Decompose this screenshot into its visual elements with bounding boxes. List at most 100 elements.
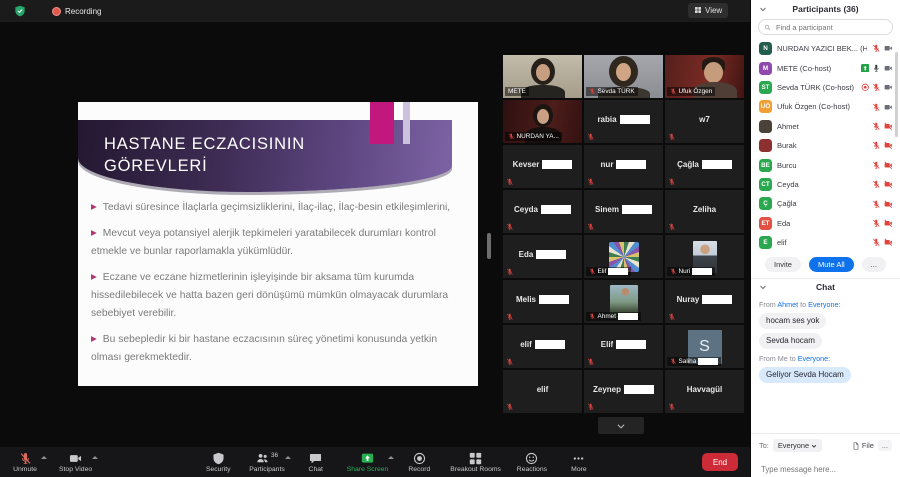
collapse-chat-icon[interactable]: [759, 283, 767, 291]
reactions-button[interactable]: Reactions: [513, 452, 551, 473]
redacted-name-box: [616, 160, 646, 169]
chat-button[interactable]: Chat: [297, 452, 335, 473]
video-tile[interactable]: Elif: [584, 235, 663, 278]
breakout-rooms-button[interactable]: Breakout Rooms: [447, 452, 504, 473]
share-screen-button[interactable]: Share Screen: [344, 452, 392, 473]
video-tile[interactable]: Çağla: [665, 145, 744, 188]
slide-accent-strip: [403, 102, 410, 144]
participant-name: w7: [699, 115, 710, 124]
view-button[interactable]: View: [688, 3, 728, 18]
video-tile[interactable]: Zeynep: [584, 370, 663, 413]
file-button[interactable]: File: [852, 441, 874, 450]
video-tile[interactable]: nur: [584, 145, 663, 188]
chat-sender: Me: [778, 354, 788, 363]
mute-all-button[interactable]: Mute All: [809, 257, 854, 272]
redacted-name-box: [542, 160, 572, 169]
video-tile[interactable]: Kevser: [503, 145, 582, 188]
recipient-dropdown[interactable]: Everyone: [773, 439, 822, 452]
stop-video-button[interactable]: Stop Video: [56, 452, 95, 473]
participant-row[interactable]: STSevda TÜRK (Co-host): [751, 78, 900, 97]
top-bar: Recording View: [0, 0, 750, 22]
video-tile[interactable]: Nuray: [665, 280, 744, 323]
participants-title: Participants (36): [792, 4, 858, 14]
bullet-text: Mevcut veya potansiyel alerjik tepkimele…: [91, 228, 436, 257]
participant-name: Ahmet: [598, 313, 616, 320]
participants-button[interactable]: 36Participants: [246, 452, 288, 473]
participant-name: Elif: [598, 268, 607, 275]
redacted-name-box: [702, 160, 732, 169]
video-tile[interactable]: Nuri: [665, 235, 744, 278]
participant-name: Çağla: [777, 199, 867, 208]
participant-row[interactable]: Burak: [751, 136, 900, 155]
record-button[interactable]: Record: [400, 452, 438, 473]
chat-message-input[interactable]: [759, 464, 896, 475]
chat-title: Chat: [816, 282, 835, 292]
chat-message-bubble: Geliyor Sevda Hocam: [759, 367, 851, 383]
search-input[interactable]: [774, 22, 887, 33]
muted-mic-icon: [668, 223, 676, 231]
participant-name: Melis: [516, 295, 536, 304]
video-tile[interactable]: elif: [503, 370, 582, 413]
slide-bullet: ▶Mevcut veya potansiyel alerjik tepkimel…: [91, 225, 460, 261]
participant-row[interactable]: ÇÇağla: [751, 194, 900, 213]
video-tile[interactable]: Havvagül: [665, 370, 744, 413]
participant-row[interactable]: Eelif: [751, 233, 900, 252]
participant-row[interactable]: Ahmet: [751, 117, 900, 136]
participant-row[interactable]: UÖUfuk Özgen (Co-host): [751, 97, 900, 116]
chevron-up-icon[interactable]: [92, 456, 98, 459]
chevron-up-icon[interactable]: [285, 456, 291, 459]
video-tile[interactable]: Elif: [584, 325, 663, 368]
chat-recipient: Everyone:: [798, 354, 830, 363]
more-button[interactable]: More: [560, 452, 598, 473]
redacted-name-box: [536, 250, 566, 259]
participant-name: Nuray: [677, 295, 700, 304]
video-tile[interactable]: Eda: [503, 235, 582, 278]
unmute-button[interactable]: Unmute: [6, 452, 44, 473]
chat-composer: To: Everyone File ...: [751, 433, 900, 477]
scrollbar-thumb[interactable]: [487, 233, 491, 259]
chat-message-meta: From Me to Everyone:: [759, 354, 892, 363]
chat-message-group: From Ahmet to Everyone:hocam ses yokSevd…: [759, 300, 892, 350]
security-button[interactable]: Security: [199, 452, 237, 473]
video-tile[interactable]: Ceyda: [503, 190, 582, 233]
video-tile[interactable]: elif: [503, 325, 582, 368]
muted-mic-icon: [872, 238, 881, 247]
participant-row[interactable]: CTCeyda: [751, 175, 900, 194]
search-icon: [764, 24, 771, 31]
end-meeting-button[interactable]: End: [702, 453, 738, 471]
redacted-name-box: [539, 295, 569, 304]
participant-row[interactable]: MMETE (Co-host): [751, 58, 900, 77]
invite-button[interactable]: Invite: [765, 257, 801, 272]
recording-indicator[interactable]: Recording: [52, 7, 101, 16]
video-tile[interactable]: Ufuk Özgen: [665, 55, 744, 98]
more-options-button[interactable]: ...: [862, 257, 886, 272]
video-tile[interactable]: w7: [665, 100, 744, 143]
video-tile[interactable]: Melis: [503, 280, 582, 323]
participant-name: nur: [601, 160, 614, 169]
video-tile[interactable]: METE: [503, 55, 582, 98]
chevron-up-icon[interactable]: [41, 456, 47, 459]
muted-mic-icon: [508, 133, 515, 140]
participant-row[interactable]: ETEda: [751, 214, 900, 233]
video-tile[interactable]: Ahmet: [584, 280, 663, 323]
video-tile[interactable]: NURDAN YA...: [503, 100, 582, 143]
redacted-name-box: [608, 268, 628, 275]
chat-more-button[interactable]: ...: [878, 440, 892, 451]
chevron-up-icon[interactable]: [388, 456, 394, 459]
video-tile[interactable]: rabia: [584, 100, 663, 143]
grid-next-page-button[interactable]: [598, 417, 644, 434]
video-tile[interactable]: Sinem: [584, 190, 663, 233]
chevron-down-icon: [811, 443, 817, 449]
participant-name: NURDAN YAZICI BEK... (Host, me): [777, 44, 867, 53]
participant-row[interactable]: NNURDAN YAZICI BEK... (Host, me): [751, 39, 900, 58]
scrollbar-thumb[interactable]: [895, 52, 898, 137]
video-tile[interactable]: SSaliha: [665, 325, 744, 368]
muted-mic-icon: [670, 88, 677, 95]
muted-mic-icon: [668, 133, 676, 141]
collapse-participants-icon[interactable]: [759, 5, 767, 13]
camera-off-icon: [884, 180, 893, 189]
video-tile[interactable]: Sevda TÜRK: [584, 55, 663, 98]
participant-row[interactable]: BEBurcu: [751, 155, 900, 174]
video-tile[interactable]: Zeliha: [665, 190, 744, 233]
participant-search[interactable]: [758, 19, 893, 35]
